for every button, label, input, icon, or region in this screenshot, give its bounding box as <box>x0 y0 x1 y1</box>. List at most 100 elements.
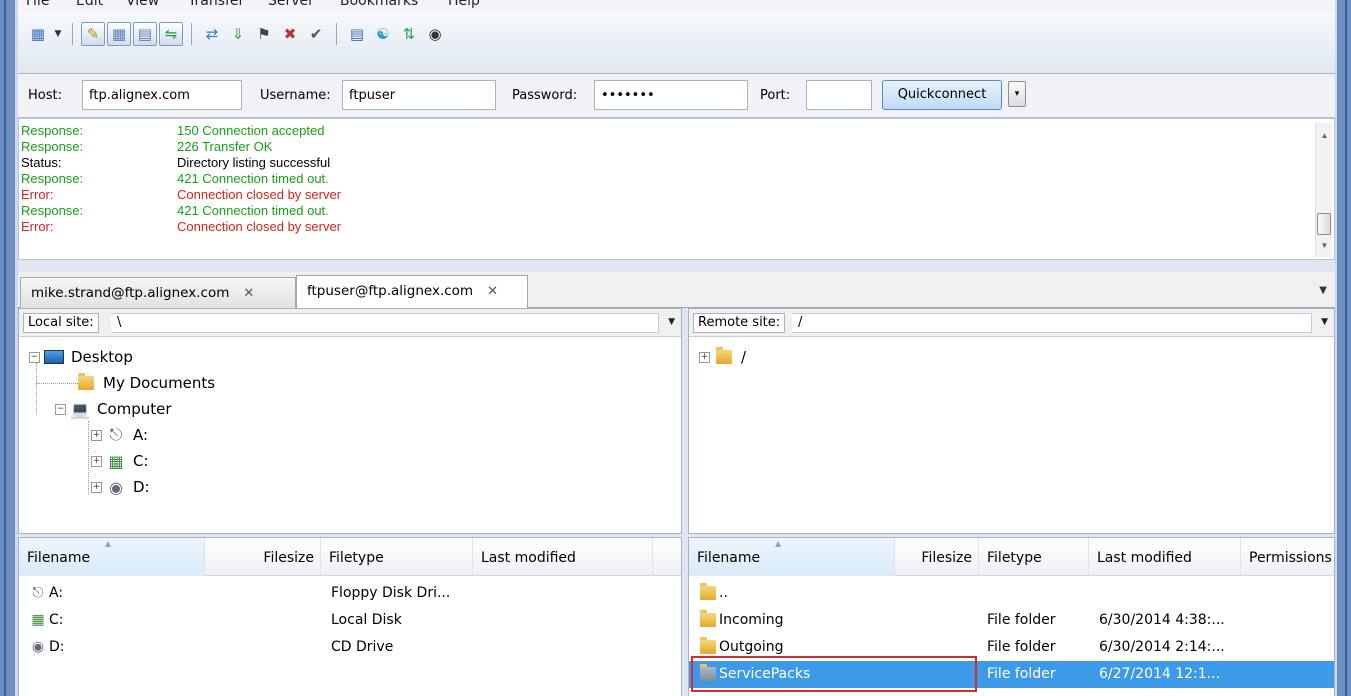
cancel-operation-icon[interactable]: ⚑ <box>252 22 276 46</box>
collapse-icon[interactable]: − <box>29 351 40 363</box>
column-filesize[interactable]: Filesize <box>895 538 979 576</box>
menu-file[interactable]: File <box>26 0 49 9</box>
quickconnect-history-button[interactable]: ▾ <box>1008 81 1026 107</box>
tab-ftpuser[interactable]: ftpuser@ftp.alignex.com ✕ <box>296 275 528 309</box>
table-row[interactable]: ⎋ A: Floppy Disk Dri... <box>19 580 681 607</box>
tab-mike-strand[interactable]: mike.strand@ftp.alignex.com ✕ <box>20 277 296 308</box>
username-label: Username: <box>260 88 331 103</box>
toolbar-separator <box>191 23 192 45</box>
toggle-log-icon[interactable]: ✎ <box>81 22 105 46</box>
menu-transfer[interactable]: Transfer <box>188 0 244 9</box>
table-row[interactable]: ▦ C: Local Disk <box>19 607 681 634</box>
column-label: Filesize <box>263 550 314 566</box>
tree-item-desktop[interactable]: − Desktop <box>29 345 133 369</box>
log-type: Status: <box>21 155 62 170</box>
log-scrollbar[interactable]: ▲ ▼ <box>1315 123 1332 257</box>
username-input[interactable]: ftpuser <box>342 80 496 110</box>
scroll-down-icon[interactable]: ▼ <box>1316 241 1333 250</box>
filezilla-window: File Edit View Transfer Server Bookmarks… <box>0 0 1351 696</box>
table-row[interactable]: Incoming File folder 6/30/2014 4:38:... <box>689 607 1334 634</box>
column-label: Filesize <box>921 550 972 566</box>
file-type: File folder <box>987 612 1056 628</box>
collapse-icon[interactable]: − <box>55 403 66 415</box>
menu-bookmarks[interactable]: Bookmarks <box>340 0 418 9</box>
scroll-thumb[interactable] <box>1317 213 1331 235</box>
menu-view[interactable]: View <box>126 0 159 9</box>
disconnect-icon[interactable]: ✖ <box>278 22 302 46</box>
log-type: Response: <box>21 139 84 154</box>
sync-browsing-icon[interactable]: ⇅ <box>397 22 421 46</box>
splitter[interactable] <box>18 260 1335 272</box>
menu-edit[interactable]: Edit <box>76 0 103 9</box>
column-last-modified[interactable]: Last modified <box>473 538 653 576</box>
folder-icon <box>699 607 717 634</box>
column-filetype[interactable]: Filetype <box>321 538 473 576</box>
close-icon[interactable]: ✕ <box>487 284 498 299</box>
tree-item-c-drive[interactable]: + ▦ C: <box>91 449 149 473</box>
remote-list-header: ▲ Filename Filesize Filetype Last modifi… <box>689 538 1334 576</box>
column-last-modified[interactable]: Last modified <box>1089 538 1241 576</box>
column-filename[interactable]: ▲ Filename <box>19 538 205 576</box>
expand-icon[interactable]: + <box>699 351 710 363</box>
tree-item-root[interactable]: + / <box>699 345 746 369</box>
compare-directories-icon[interactable]: ☯ <box>371 22 395 46</box>
chevron-down-icon[interactable]: ▼ <box>668 317 675 327</box>
tree-item-my-documents[interactable]: My Documents <box>75 371 215 395</box>
column-permissions[interactable]: Permissions <box>1241 538 1336 576</box>
column-filesize[interactable]: Filesize <box>205 538 321 576</box>
tree-item-label: C: <box>133 452 149 470</box>
quickconnect-button[interactable]: Quickconnect <box>882 80 1002 110</box>
refresh-icon[interactable]: ⇄ <box>200 22 224 46</box>
log-text: 150 Connection accepted <box>177 123 325 138</box>
menu-help[interactable]: Help <box>448 0 480 9</box>
directory-filter-icon[interactable]: ▤ <box>345 22 369 46</box>
password-input[interactable]: ••••••• <box>594 80 748 110</box>
chevron-down-icon[interactable]: ▼ <box>1321 317 1328 327</box>
remote-site-path[interactable]: / <box>792 313 1312 333</box>
reconnect-icon[interactable]: ✔ <box>304 22 328 46</box>
menu-server[interactable]: Server <box>268 0 314 9</box>
toggle-queue-icon[interactable]: ⇋ <box>159 22 183 46</box>
expand-icon[interactable]: + <box>91 455 102 467</box>
folder-icon <box>699 580 717 607</box>
sort-ascending-icon: ▲ <box>105 539 112 548</box>
port-input[interactable] <box>806 80 872 110</box>
column-label: Filename <box>697 550 761 566</box>
expand-icon[interactable]: + <box>91 481 102 493</box>
column-filename[interactable]: ▲ Filename <box>689 538 895 576</box>
local-file-list: ▲ Filename Filesize Filetype Last modifi… <box>18 537 682 696</box>
tree-item-computer[interactable]: − 💻 Computer <box>55 397 172 421</box>
expand-icon[interactable]: + <box>91 429 102 441</box>
tree-line <box>88 421 89 495</box>
process-queue-icon[interactable]: ⇓ <box>226 22 250 46</box>
column-label: Permissions <box>1249 550 1332 566</box>
site-manager-icon[interactable]: ▦ <box>26 22 50 46</box>
tree-item-d-drive[interactable]: + ◉ D: <box>91 475 150 499</box>
search-remote-icon[interactable]: ◉ <box>423 22 447 46</box>
dropdown-arrow-icon[interactable]: ▼ <box>52 29 64 39</box>
documents-icon <box>75 373 97 393</box>
tree-item-label: / <box>741 348 747 366</box>
log-type: Response: <box>21 203 84 218</box>
local-site-path[interactable]: \ <box>111 313 659 333</box>
quickconnect-bar: Host: ftp.alignex.com Username: ftpuser … <box>18 74 1335 118</box>
table-row[interactable]: ◉ D: CD Drive <box>19 634 681 661</box>
toggle-remote-tree-icon[interactable]: ▤ <box>133 22 157 46</box>
floppy-drive-icon: ⎋ <box>109 425 123 444</box>
file-type: Local Disk <box>331 612 402 628</box>
message-log: Response: 150 Connection accepted Respon… <box>18 118 1335 260</box>
password-label: Password: <box>512 88 578 103</box>
scroll-up-icon[interactable]: ▲ <box>1316 131 1333 140</box>
window-left-border <box>0 0 18 696</box>
host-input[interactable]: ftp.alignex.com <box>82 80 242 110</box>
file-type: File folder <box>987 666 1056 682</box>
close-icon[interactable]: ✕ <box>243 286 254 301</box>
file-modified: 6/30/2014 2:14:... <box>1099 639 1225 655</box>
tree-item-label: Desktop <box>71 348 133 366</box>
tab-list-icon[interactable]: ▼ <box>1319 285 1327 296</box>
toggle-local-tree-icon[interactable]: ▦ <box>107 22 131 46</box>
cd-drive-icon: ◉ <box>109 477 123 497</box>
column-filetype[interactable]: Filetype <box>979 538 1089 576</box>
tree-item-a-drive[interactable]: + ⎋ A: <box>91 423 148 447</box>
table-row[interactable]: .. <box>689 580 1334 607</box>
